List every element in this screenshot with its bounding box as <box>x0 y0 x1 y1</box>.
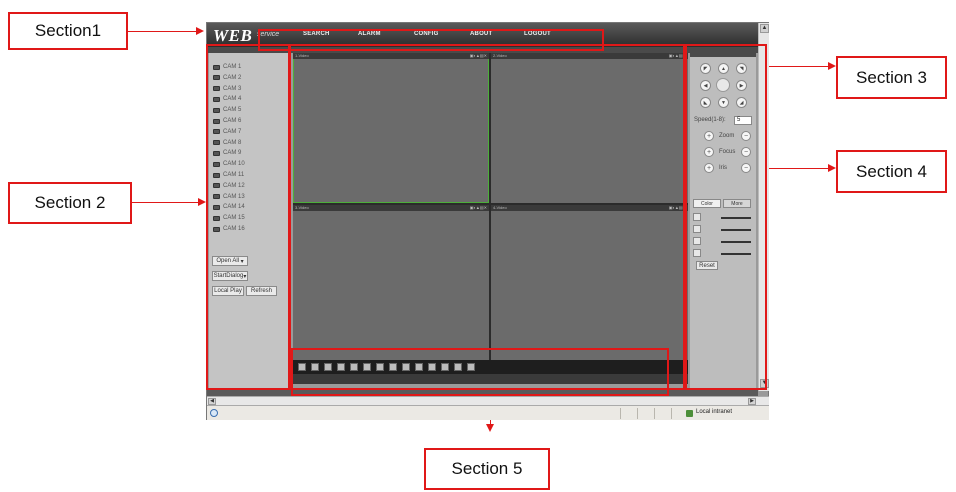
section4-arrow-head <box>828 164 836 172</box>
section2-arrow-line <box>132 202 198 203</box>
scroll-left-icon[interactable]: ◀ <box>208 398 216 405</box>
section5-callout: Section 5 <box>424 448 550 490</box>
horizontal-scrollbar[interactable]: ◀ ▶ <box>207 396 769 405</box>
section2-callout: Section 2 <box>8 182 132 224</box>
section1-arrow-line <box>128 31 196 32</box>
section4-callout: Section 4 <box>836 150 947 193</box>
section5-arrow-head <box>486 424 494 432</box>
section3-outline <box>685 44 767 390</box>
status-divider <box>671 408 672 419</box>
status-divider <box>637 408 638 419</box>
section4-outline <box>289 44 685 390</box>
page-status-icon <box>210 409 218 417</box>
section1-callout: Section1 <box>8 12 128 50</box>
web-logo: WEB <box>213 26 253 45</box>
scroll-up-icon[interactable]: ▲ <box>760 24 769 33</box>
browser-status-bar: Local intranet <box>207 405 769 420</box>
security-zone-label: Local intranet <box>696 409 733 415</box>
status-divider <box>654 408 655 419</box>
section2-outline <box>206 44 290 390</box>
intranet-zone-icon <box>686 410 693 417</box>
scroll-right-icon[interactable]: ▶ <box>748 398 756 405</box>
section5-outline <box>291 348 669 396</box>
section1-arrow-head <box>196 27 204 35</box>
section2-arrow-head <box>198 198 206 206</box>
section3-callout: Section 3 <box>836 56 947 99</box>
status-divider <box>620 408 621 419</box>
section3-arrow-head <box>828 62 836 70</box>
